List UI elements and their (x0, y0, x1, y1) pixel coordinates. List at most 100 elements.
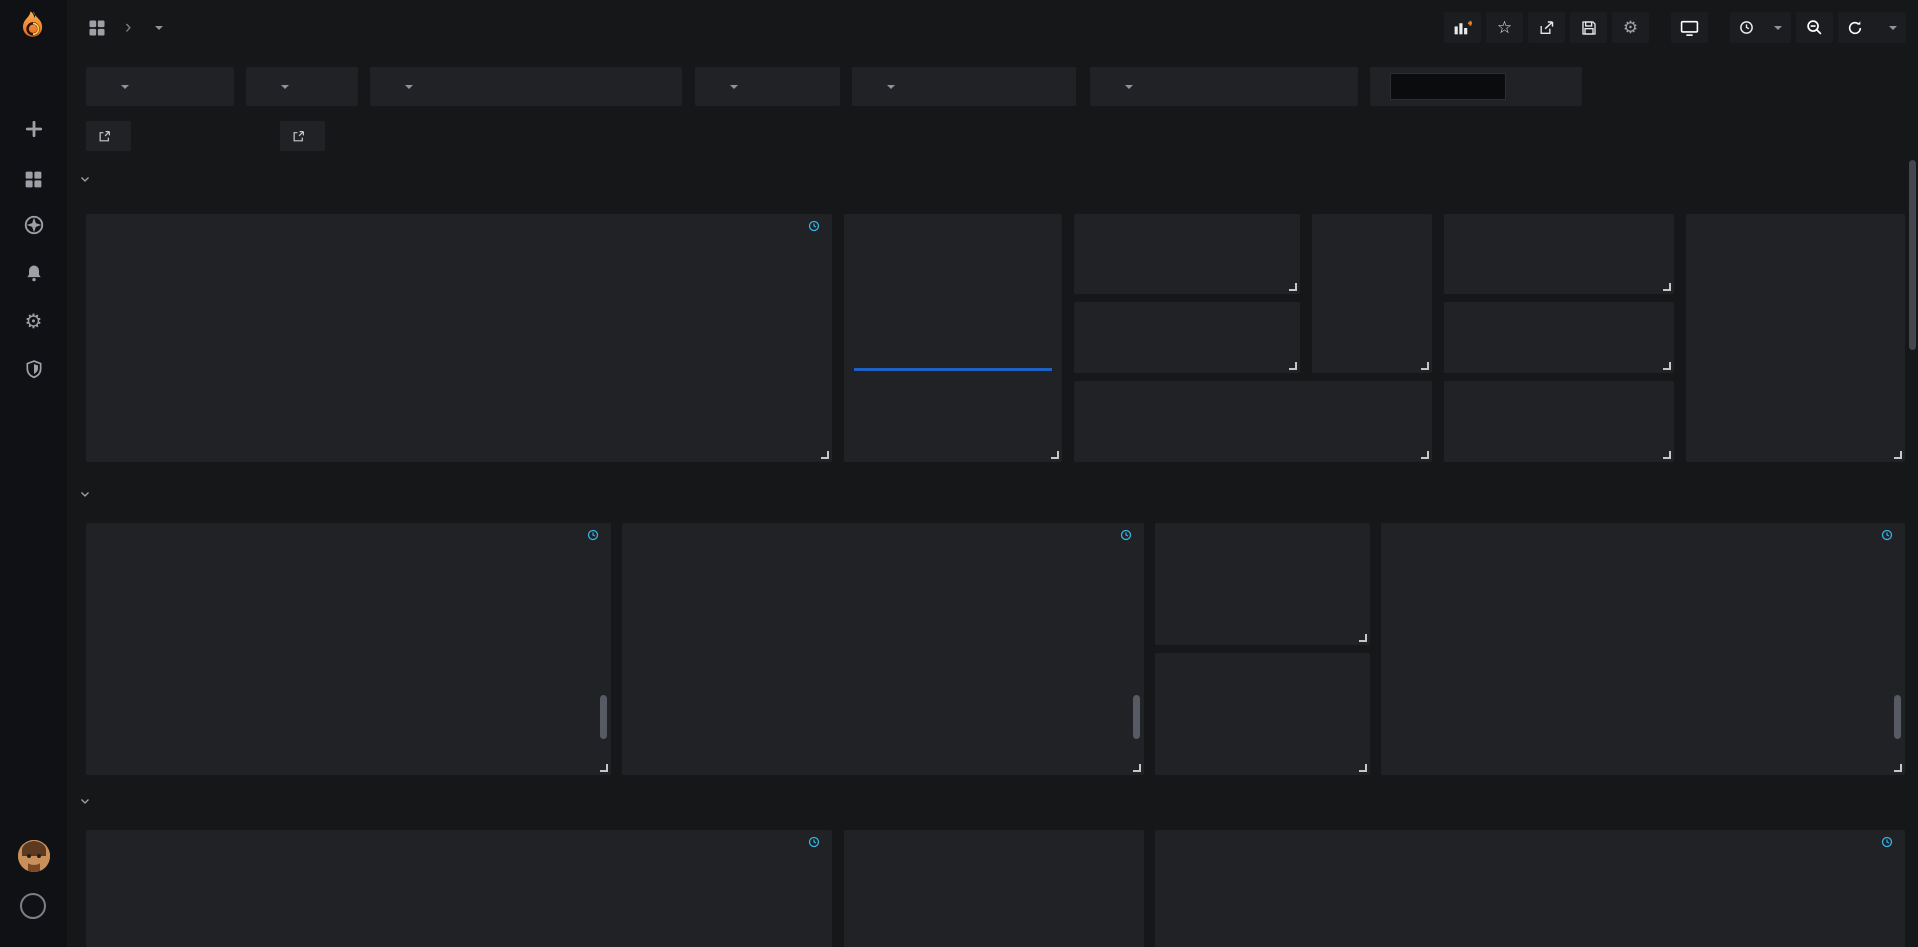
title-caret-icon[interactable] (155, 26, 163, 30)
variable-ups-max-output[interactable] (370, 67, 682, 106)
variable-host[interactable] (695, 67, 840, 106)
x-axis-ticks (136, 412, 774, 426)
sidebar-alerting-button[interactable] (0, 252, 67, 294)
x-axis-ticks (128, 673, 601, 687)
dashboard-settings-button[interactable]: ⚙ (1612, 12, 1649, 43)
legend-swatch (1658, 904, 1671, 907)
panel-average-daily-cost (1444, 214, 1674, 294)
legend-row (1658, 900, 1677, 912)
variable-cpu-threads (1370, 67, 1582, 106)
star-dashboard-button[interactable]: ☆ (1486, 12, 1523, 43)
refresh-caret-icon (1889, 26, 1897, 30)
panel-ups-battery-gauge (844, 214, 1062, 462)
dashboards-icon (23, 169, 44, 190)
grafana-flame-icon (13, 8, 53, 48)
gear-icon: ⚙ (25, 309, 43, 334)
variable-kwh-price[interactable] (86, 67, 234, 106)
time-range-caret-icon (1774, 26, 1782, 30)
y-axis-ticks-right (780, 248, 830, 406)
bar-y-ticks-right (1860, 260, 1905, 427)
legend-scrollbar[interactable] (1894, 695, 1901, 739)
plus-icon (24, 119, 44, 139)
panel-average-psu-load (1074, 302, 1300, 373)
bar-chart (1732, 260, 1856, 427)
chevron-down-icon (79, 173, 91, 185)
sidebar-configuration-button[interactable]: ⚙ (0, 300, 67, 342)
clock-icon (587, 529, 599, 541)
add-panel-button[interactable] (1444, 12, 1481, 43)
legend-scrollbar[interactable] (1133, 695, 1140, 739)
sidebar-server-admin-button[interactable] (0, 348, 67, 390)
zoom-out-icon (1806, 19, 1823, 36)
panel-ups-load-vs-time-left (1686, 214, 1905, 462)
y-axis-ticks (1155, 864, 1245, 947)
panel-current-load-kwh (1074, 381, 1432, 462)
cpu-threads-input[interactable] (1390, 73, 1506, 100)
refresh-icon[interactable] (1847, 20, 1863, 36)
save-dashboard-button[interactable] (1570, 12, 1607, 43)
row-header-cpu-stats[interactable] (79, 488, 99, 500)
panel-network-graph (86, 830, 832, 947)
bar-y-ticks-left (1686, 260, 1728, 427)
dashboard-grid-icon[interactable] (87, 18, 107, 38)
legend-table (110, 693, 598, 769)
grafana-logo[interactable] (13, 8, 53, 48)
y-axis-ticks (1381, 557, 1419, 667)
clock-icon (808, 836, 820, 848)
link-grafana-plex-theme[interactable] (86, 121, 131, 151)
legend-swatch (780, 440, 793, 443)
refresh-group (1838, 12, 1906, 43)
row-header-network-memory[interactable] (79, 795, 99, 807)
sidebar: ⚙ (0, 0, 67, 947)
compass-icon (23, 214, 45, 236)
monitor-icon (1680, 20, 1699, 36)
dashboard-canvas (67, 55, 1918, 947)
panel-estimated-yearly-cost (1444, 381, 1674, 462)
chevron-down-icon (79, 488, 91, 500)
panel-cpu1-graph (86, 523, 611, 775)
page-scrollbar[interactable] (1909, 160, 1916, 350)
legend-entry (780, 436, 820, 448)
panel-cpu-package-graph (622, 523, 1144, 775)
legend-swatch (136, 440, 149, 443)
help-button[interactable] (20, 893, 46, 919)
time-range-picker[interactable] (1730, 12, 1791, 43)
add-panel-icon (1453, 20, 1472, 36)
panel-cpu2-graph (1381, 523, 1905, 775)
legend-scrollbar[interactable] (600, 695, 607, 739)
share-icon (1538, 20, 1555, 36)
panel-memory-graph (1155, 830, 1905, 947)
sidebar-create-button[interactable] (0, 108, 67, 150)
gauge-arc (878, 286, 1028, 436)
breadcrumb: › (87, 17, 163, 39)
ups-load-chart (136, 248, 774, 406)
panel-time-override (808, 220, 824, 232)
graph-legend (136, 436, 820, 448)
variable-ups-datasource[interactable] (1090, 67, 1358, 106)
cpu-package-chart (664, 557, 1134, 667)
sidebar-dashboards-button[interactable] (0, 158, 67, 200)
temp-sparkline (1157, 619, 1368, 643)
clock-icon (1120, 529, 1132, 541)
cpu1-chart (128, 557, 601, 667)
share-dashboard-button[interactable] (1528, 12, 1565, 43)
dropdown-caret-icon (121, 85, 129, 89)
variable-telegraf-datasource[interactable] (852, 67, 1076, 106)
user-avatar[interactable] (18, 840, 50, 872)
dropdown-caret-icon (887, 85, 895, 89)
legend-row (1658, 926, 1677, 938)
panel-this-years-cost (1444, 302, 1674, 373)
link-ups-monitoring-guide[interactable] (280, 121, 325, 151)
x-axis-ticks (1423, 673, 1895, 687)
cycle-view-mode-button[interactable] (1671, 12, 1708, 43)
panel-ups-load-graph (86, 214, 832, 462)
sidebar-explore-button[interactable] (0, 204, 67, 246)
legend-table (646, 693, 1131, 769)
zoom-out-button[interactable] (1796, 12, 1833, 43)
x-axis-ticks (664, 673, 1134, 687)
legend-swatch (1658, 930, 1671, 933)
row-header-ups-stats[interactable] (79, 173, 99, 185)
panel-time-override (587, 529, 603, 541)
panel-time-override (1881, 529, 1897, 541)
variable-currency[interactable] (246, 67, 358, 106)
